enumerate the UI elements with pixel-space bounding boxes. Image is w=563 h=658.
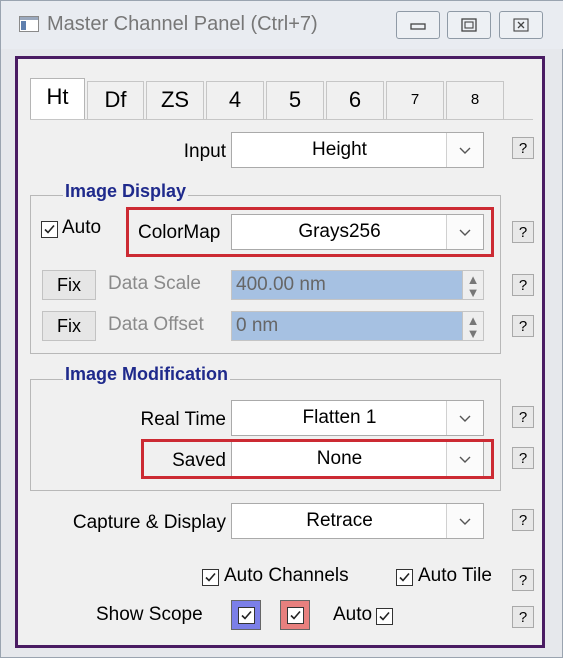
data-scale-label: Data Scale [108, 273, 201, 294]
show-scope-help-button[interactable]: ? [512, 606, 534, 628]
colormap-highlight [126, 207, 494, 257]
data-offset-fix-button[interactable]: Fix [42, 311, 96, 341]
tab-4[interactable]: 4 [206, 81, 264, 119]
data-offset-field[interactable]: 0 nm ▲ ▼ [231, 311, 484, 341]
auto-colormap-checkbox[interactable] [41, 221, 58, 238]
tab-df[interactable]: Df [87, 81, 144, 119]
chevron-down-icon [446, 504, 483, 538]
tab-ht[interactable]: Ht [30, 78, 85, 120]
real-time-label: Real Time [140, 409, 226, 430]
master-channel-panel-window: Master Channel Panel (Ctrl+7) Ht Df ZS 4… [0, 0, 563, 658]
saved-highlight [141, 439, 494, 479]
checkmark-icon [399, 572, 410, 582]
auto-scope-checkbox[interactable] [376, 608, 393, 625]
auto-channels-checkbox[interactable] [202, 569, 219, 586]
input-label: Input [183, 141, 226, 162]
image-display-heading: Image Display [63, 181, 189, 202]
auto-colormap-label: Auto [62, 217, 102, 238]
real-time-select[interactable]: Flatten 1 [231, 400, 484, 436]
tab-bar: Ht Df ZS 4 5 6 7 8 [30, 78, 530, 120]
tab-content-divider [30, 119, 533, 120]
master-channel-panel: Ht Df ZS 4 5 6 7 8 Input Height ? Image … [15, 56, 545, 648]
spinner-arrows-icon[interactable]: ▲ ▼ [462, 271, 483, 299]
data-scale-help-button[interactable]: ? [512, 274, 534, 296]
show-scope-label: Show Scope [96, 604, 203, 625]
real-time-help-button[interactable]: ? [512, 406, 534, 428]
checkmark-icon [44, 224, 55, 234]
tab-6[interactable]: 6 [326, 81, 384, 119]
tab-7[interactable]: 7 [386, 81, 444, 119]
checkmark-icon [240, 610, 252, 620]
title-bar[interactable]: Master Channel Panel (Ctrl+7) [1, 1, 563, 49]
data-scale-field[interactable]: 400.00 nm ▲ ▼ [231, 270, 484, 300]
input-select[interactable]: Height [231, 132, 484, 168]
tab-5[interactable]: 5 [266, 81, 324, 119]
saved-help-button[interactable]: ? [512, 447, 534, 469]
input-help-button[interactable]: ? [512, 137, 534, 159]
minimize-icon [410, 19, 426, 31]
checkmark-icon [289, 610, 301, 620]
colormap-help-button[interactable]: ? [512, 221, 534, 243]
chevron-down-icon [446, 401, 483, 435]
minimize-button[interactable] [396, 11, 440, 39]
tab-zs[interactable]: ZS [146, 81, 204, 119]
capture-display-value: Retrace [306, 510, 373, 531]
close-button[interactable] [499, 11, 543, 39]
tab-8[interactable]: 8 [446, 81, 504, 119]
input-value: Height [312, 139, 367, 160]
data-scale-value: 400.00 nm [236, 274, 326, 295]
auto-tile-label: Auto Tile [418, 565, 492, 586]
close-icon [513, 18, 529, 32]
data-offset-help-button[interactable]: ? [512, 315, 534, 337]
image-modification-heading: Image Modification [63, 364, 231, 385]
checkmark-icon [205, 572, 216, 582]
auto-channels-label: Auto Channels [224, 565, 349, 586]
app-window-icon [19, 16, 39, 32]
data-offset-value: 0 nm [236, 315, 279, 336]
data-scale-fix-button[interactable]: Fix [42, 270, 96, 300]
auto-scope-label: Auto [333, 604, 373, 625]
capture-display-help-button[interactable]: ? [512, 509, 534, 531]
capture-display-label: Capture & Display [72, 512, 226, 533]
data-offset-label: Data Offset [108, 314, 204, 335]
auto-tile-checkbox[interactable] [396, 569, 413, 586]
checkmark-icon [379, 611, 390, 621]
chevron-down-icon [446, 133, 483, 167]
window-title: Master Channel Panel (Ctrl+7) [47, 13, 318, 35]
restore-icon [461, 18, 477, 32]
real-time-value: Flatten 1 [302, 407, 377, 428]
capture-display-select[interactable]: Retrace [231, 503, 484, 539]
show-scope-retrace-toggle[interactable] [280, 600, 310, 630]
restore-button[interactable] [447, 11, 491, 39]
show-scope-trace-toggle[interactable] [231, 600, 261, 630]
auto-channels-help-button[interactable]: ? [512, 569, 534, 591]
spinner-arrows-icon[interactable]: ▲ ▼ [462, 312, 483, 340]
